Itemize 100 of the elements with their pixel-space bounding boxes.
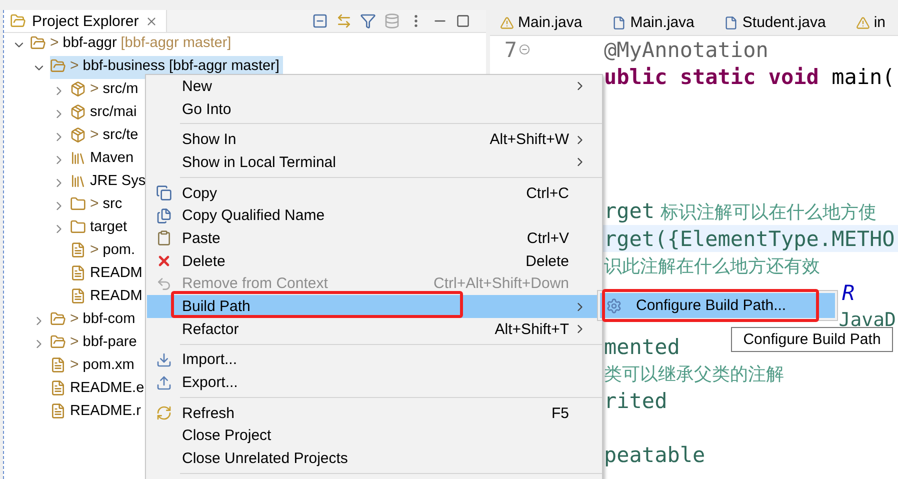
folder-icon xyxy=(10,13,26,29)
code-line: 类可以继承父类的注解 xyxy=(604,363,784,386)
menu-item[interactable]: Show In Alt+Shift+W xyxy=(147,128,601,152)
menu-item[interactable]: Copy Qualified Name xyxy=(147,204,601,228)
file-icon xyxy=(724,16,738,30)
export-icon xyxy=(156,374,172,391)
tree-label: README.r xyxy=(70,402,141,418)
tree-label: src/m xyxy=(102,80,138,96)
code-line: @MyAnnotation xyxy=(604,38,768,62)
tree-label: target xyxy=(90,218,128,234)
file-icon xyxy=(70,288,86,304)
link-icon[interactable] xyxy=(336,13,352,29)
books-icon xyxy=(70,172,86,188)
folder-icon xyxy=(50,310,66,326)
branch-label: [bbf-aggr master] xyxy=(120,34,232,50)
folder-icon xyxy=(50,334,66,350)
git-status-mark: > xyxy=(70,310,79,327)
menu-item[interactable]: Refresh F5 xyxy=(147,402,601,425)
database-icon[interactable] xyxy=(384,13,400,29)
collapse-icon[interactable] xyxy=(312,13,328,29)
editor-tab[interactable]: in xyxy=(846,10,898,35)
folder-icon xyxy=(30,34,46,50)
menu-item[interactable]: Delete Delete xyxy=(147,250,601,272)
menu-item[interactable]: Export... xyxy=(147,371,601,394)
git-status-mark: > xyxy=(50,34,59,51)
menu-item[interactable]: Paste Ctrl+V xyxy=(147,227,601,250)
menu-item[interactable]: Close Project xyxy=(147,424,601,448)
git-status-mark: > xyxy=(70,333,79,350)
maximize-icon[interactable] xyxy=(456,14,470,28)
tree-item[interactable]: READM xyxy=(70,263,146,286)
tree-label: READM xyxy=(90,288,142,304)
refresh-icon xyxy=(156,405,172,422)
import-icon xyxy=(156,352,172,368)
tree-label: README.e xyxy=(70,380,144,396)
file-icon xyxy=(50,380,66,396)
tree-label: JRE Sys xyxy=(90,172,146,188)
tree-label: bbf-com xyxy=(82,310,136,326)
close-icon[interactable] xyxy=(144,14,158,28)
tree-item[interactable]: > pom. xyxy=(70,240,140,263)
tree-item[interactable]: > src/te xyxy=(70,125,142,148)
editor-tab[interactable]: Main.java xyxy=(602,10,714,35)
code-line: 识此注解在什么地方还有效 xyxy=(604,255,820,278)
code-line: rget 标识注解可以在什么地方使 xyxy=(604,199,876,224)
folder-icon xyxy=(70,196,86,212)
tree-item[interactable]: > src xyxy=(70,194,126,217)
menu-item[interactable]: Import... xyxy=(147,348,601,372)
warning-icon xyxy=(500,16,514,30)
tree-label: Maven xyxy=(90,150,134,166)
tree-item[interactable]: src/mai xyxy=(70,102,141,125)
file-icon xyxy=(70,242,86,258)
menu-item[interactable]: Copy Ctrl+C xyxy=(147,182,601,204)
git-status-mark: > xyxy=(90,241,99,258)
tree-item[interactable]: READM xyxy=(70,286,146,309)
tree-item[interactable]: > src/m xyxy=(70,79,142,102)
folder-icon xyxy=(70,218,86,234)
git-status-mark: > xyxy=(90,80,99,97)
git-status-mark: > xyxy=(90,195,99,212)
folder-icon xyxy=(50,58,66,74)
tree-item[interactable]: target xyxy=(70,217,132,240)
git-status-mark: > xyxy=(90,126,99,143)
gear-icon xyxy=(606,298,622,314)
file-icon xyxy=(50,356,66,372)
code-line: R xyxy=(842,280,855,304)
files-icon xyxy=(156,208,172,224)
package-icon xyxy=(70,104,86,120)
menu-item[interactable]: Refactor Alt+Shift+T xyxy=(147,318,601,341)
menu-item[interactable]: Close Unrelated Projects xyxy=(147,447,601,470)
editor-tab[interactable]: Main.java xyxy=(490,10,602,35)
file-icon xyxy=(612,16,626,30)
tooltip: Configure Build Path xyxy=(731,327,893,352)
books-icon xyxy=(70,150,86,166)
line-number: 7 xyxy=(504,38,517,62)
panel-title: Project Explorer xyxy=(32,12,139,30)
code-line: rited xyxy=(604,388,668,412)
tree-item[interactable]: > bbf-aggr [bbf-aggr master] xyxy=(30,33,236,56)
copy-icon xyxy=(156,185,172,202)
code-line: ublic static void main( xyxy=(604,64,895,88)
package-icon xyxy=(70,80,86,96)
tree-item[interactable]: JRE Sys xyxy=(70,171,150,194)
tree-item[interactable]: README.e xyxy=(50,378,148,401)
tree-label: pom.xm xyxy=(82,356,134,372)
tree-label: src/te xyxy=(102,126,138,142)
fold-icon[interactable] xyxy=(519,44,530,55)
tree-item[interactable]: README.r xyxy=(50,401,145,424)
tree-label: bbf-pare xyxy=(82,334,137,350)
git-status-mark: > xyxy=(70,356,79,373)
tree-item[interactable]: > pom.xm xyxy=(50,355,138,378)
tree-item[interactable]: Maven xyxy=(70,148,138,171)
git-status-mark: > xyxy=(70,57,79,74)
tree-item[interactable]: > bbf-com xyxy=(50,309,140,332)
warning-icon xyxy=(856,16,870,30)
menu-item[interactable]: Go Into xyxy=(147,98,601,120)
menu-item[interactable]: Show in Local Terminal xyxy=(147,151,601,174)
editor-tab[interactable]: Student.java xyxy=(714,10,846,35)
tree-item[interactable]: > bbf-pare xyxy=(50,332,141,355)
tree-label: pom. xyxy=(102,242,136,258)
package-icon xyxy=(70,126,86,142)
tree-label: src xyxy=(102,196,122,212)
filter-icon[interactable] xyxy=(360,13,376,29)
tree-label: bbf-business [bbf-aggr master] xyxy=(82,58,280,74)
